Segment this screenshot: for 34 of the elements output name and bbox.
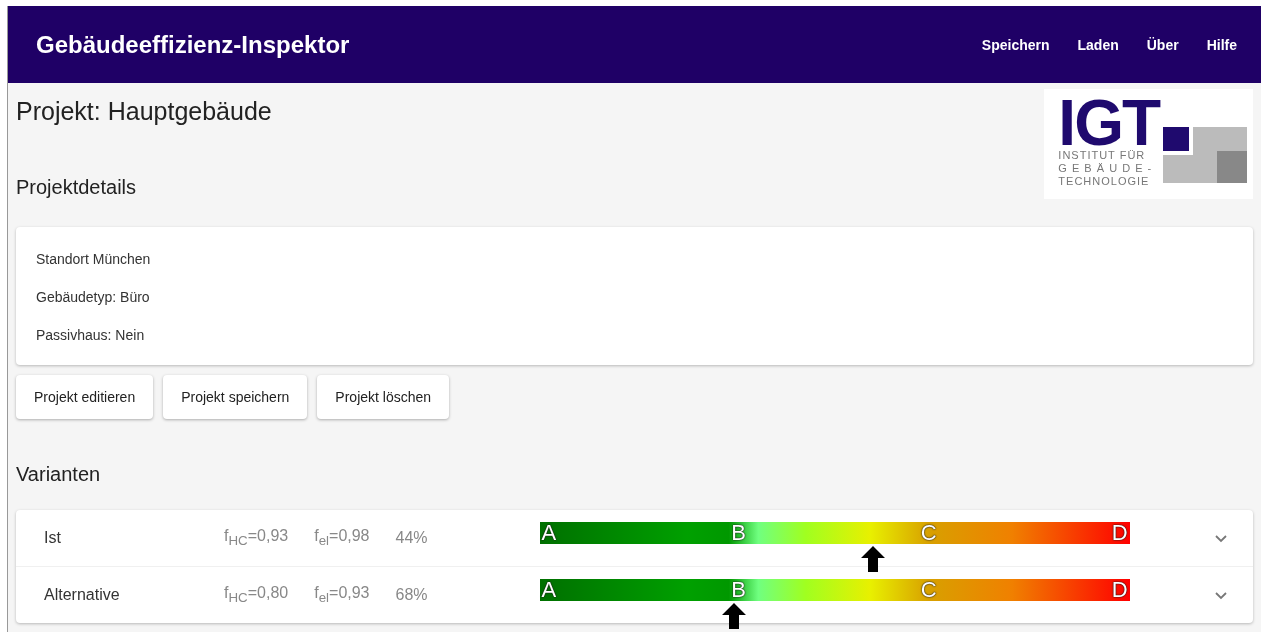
class-letter: A bbox=[540, 522, 558, 544]
class-letter: D bbox=[1110, 579, 1129, 601]
detail-text: Passivhaus: Nein bbox=[36, 327, 146, 343]
detail-text: Standort München bbox=[36, 251, 152, 267]
project-button[interactable]: Projekt speichern bbox=[163, 375, 308, 419]
section-title: Varianten bbox=[16, 463, 102, 486]
project-button[interactable]: Projekt editieren bbox=[16, 375, 154, 419]
class-letter: C bbox=[919, 522, 938, 544]
electric-factor: f$_{el}$=0,98 bbox=[314, 527, 370, 549]
percent-value: 44% bbox=[395, 529, 428, 547]
menu-link[interactable]: Laden bbox=[1077, 30, 1119, 59]
heating-factor: f$_{HC}$=0,93 bbox=[224, 527, 289, 549]
logo-text: G E B Ä U D E - bbox=[1058, 162, 1154, 175]
menu-link[interactable]: Über bbox=[1146, 30, 1179, 59]
class-letter: B bbox=[730, 522, 747, 544]
class-letter: D bbox=[1110, 522, 1129, 544]
heating-factor: f$_{HC}$=0,80 bbox=[224, 584, 289, 606]
class-letter: A bbox=[540, 579, 558, 601]
section-title: Projektdetails bbox=[16, 176, 138, 199]
class-letter: B bbox=[730, 579, 747, 601]
percent-value: 68% bbox=[395, 586, 428, 604]
class-letter: C bbox=[919, 579, 938, 601]
variant-name: Alternative bbox=[44, 586, 121, 604]
logo-text: INSTITUT FÜR bbox=[1058, 149, 1147, 162]
electric-factor: f$_{el}$=0,93 bbox=[314, 584, 370, 606]
project-button[interactable]: Projekt löschen bbox=[317, 375, 450, 419]
detail-text: Gebäudetyp: Büro bbox=[36, 289, 151, 305]
app-title: Gebäudeeffizienz-Inspektor bbox=[36, 30, 351, 59]
variant-name: Ist bbox=[44, 529, 62, 547]
logo-text: TECHNOLOGIE bbox=[1058, 175, 1151, 188]
menu-link[interactable]: Speichern bbox=[981, 30, 1050, 59]
menu-link[interactable]: Hilfe bbox=[1206, 30, 1237, 59]
project-title: Projekt: Hauptgebäude bbox=[16, 97, 272, 126]
logo-mark: IGT bbox=[1058, 97, 1159, 149]
